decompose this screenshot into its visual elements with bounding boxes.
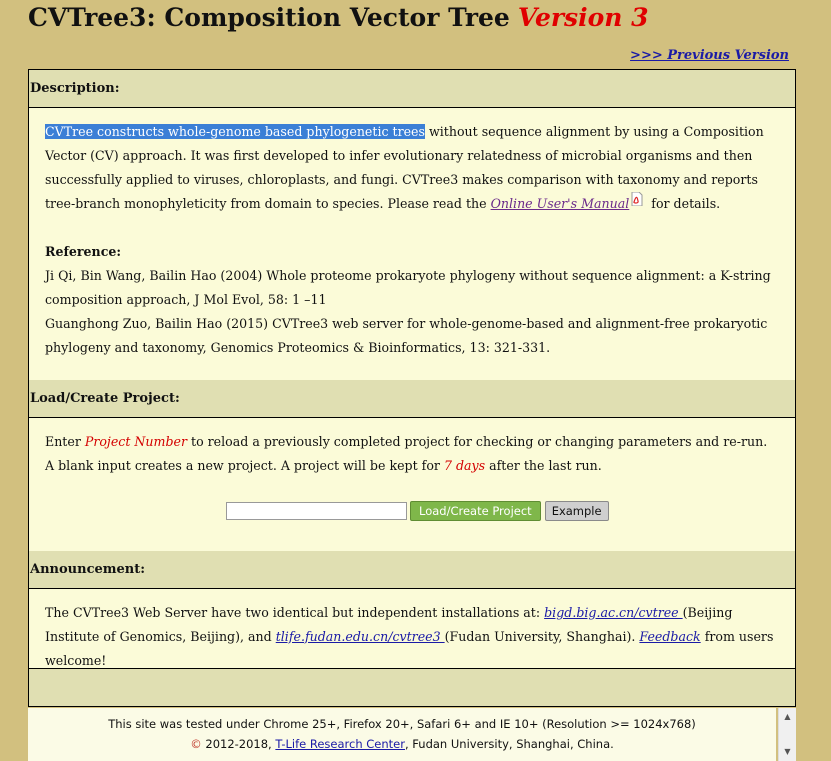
scroll-up-icon[interactable]: ▲ [779,710,796,724]
announcement-panel: Announcement: The CVTree3 Web Server hav… [28,551,796,707]
scroll-down-icon[interactable]: ▼ [779,745,796,759]
feedback-link[interactable]: Feedback [639,629,700,644]
project-panel: Load/Create Project: Enter Project Numbe… [28,380,796,552]
reference-2: Guanghong Zuo, Bailin Hao (2015) CVTree3… [45,316,768,355]
copyright-symbol: © [190,737,202,751]
bigd-link[interactable]: bigd.big.ac.cn/cvtree [544,605,683,620]
project-heading: Load/Create Project: [29,380,795,418]
project-text: Enter Project Number to reload a previou… [45,434,768,473]
description-body: CVTree constructs whole-genome based phy… [29,108,795,360]
announcement-text: The CVTree3 Web Server have two identica… [45,605,774,668]
project-body: Enter Project Number to reload a previou… [29,418,795,478]
project-form: Load/Create Project Example [226,500,609,522]
project-number-label: Project Number [84,434,188,449]
tlife-link[interactable]: tlife.fudan.edu.cn/cvtree3 [276,629,445,644]
tlife-center-link[interactable]: T-Life Research Center [275,737,405,751]
reference-1: Ji Qi, Bin Wang, Bailin Hao (2004) Whole… [45,268,771,307]
announcement-heading: Announcement: [29,551,795,589]
announcement-body: The CVTree3 Web Server have two identica… [29,589,795,669]
description-heading: Description: [29,70,795,108]
description-text: CVTree constructs whole-genome based phy… [45,124,764,211]
copyright-line: © 2012-2018, T-Life Research Center, Fud… [190,737,614,751]
days-label: 7 days [443,458,486,473]
pdf-icon[interactable] [631,192,643,206]
site-footer: This site was tested under Chrome 25+, F… [28,708,776,761]
previous-version-link[interactable]: >>> Previous Version [630,48,789,63]
project-number-input[interactable] [226,502,407,520]
reference-heading: Reference: [45,244,122,259]
load-create-button[interactable]: Load/Create Project [410,501,541,521]
title-text: CVTree3: Composition Vector Tree [28,3,510,32]
page-title: CVTree3: Composition Vector Tree Version … [28,2,649,34]
announcement-footer-bar [29,668,795,706]
scrollbar[interactable]: ▲ ▼ [778,708,796,761]
description-panel: Description: CVTree constructs whole-gen… [28,69,796,382]
highlighted-text: CVTree constructs whole-genome based phy… [45,124,425,139]
example-button[interactable]: Example [544,501,609,521]
version-label: Version 3 [517,3,649,32]
browser-note: This site was tested under Chrome 25+, F… [108,717,696,731]
manual-link[interactable]: Online User's Manual [491,196,630,211]
